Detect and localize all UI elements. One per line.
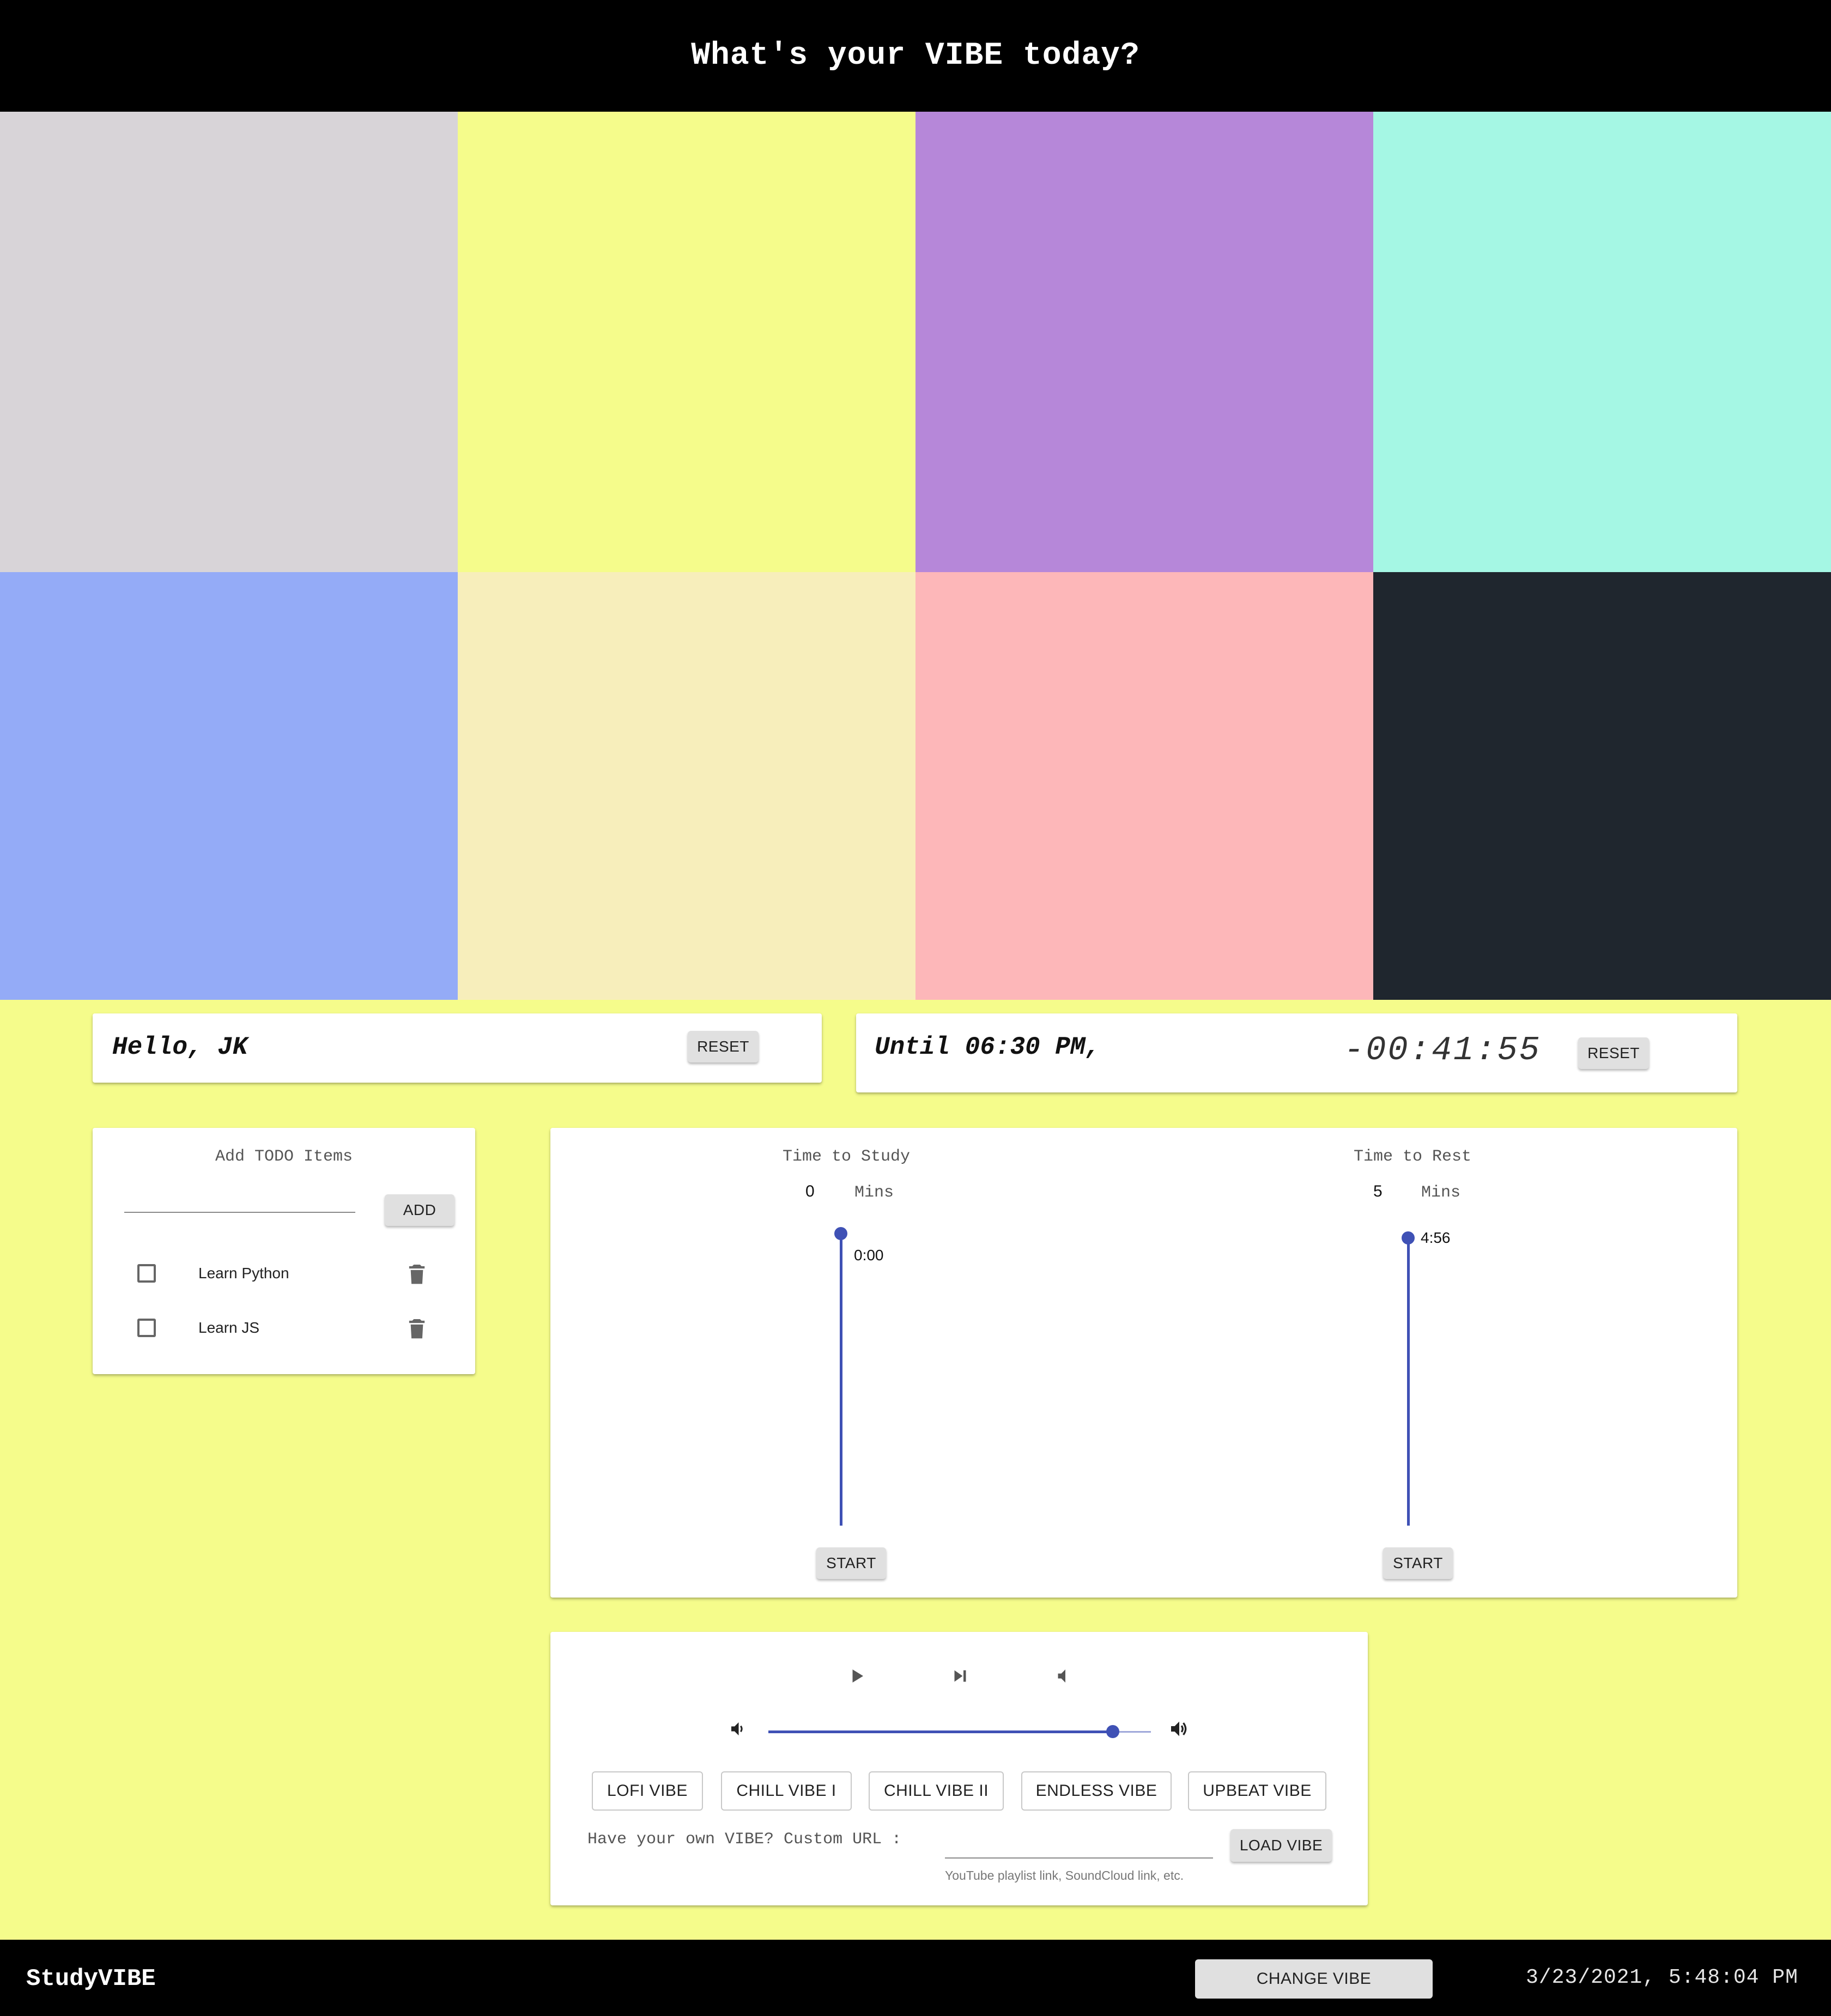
countdown-display: -00:41:55 — [1344, 1031, 1541, 1070]
rest-timer-title: Time to Rest — [1354, 1147, 1472, 1166]
study-timer-title: Time to Study — [783, 1147, 911, 1166]
custom-url-input[interactable] — [945, 1823, 1213, 1859]
todo-item-label: Learn JS — [198, 1319, 260, 1336]
vibe-swatch-4[interactable] — [1373, 112, 1831, 572]
timers-card: Time to Study 0 Mins 0:00 START Time to … — [550, 1128, 1737, 1598]
vibe-swatch-7[interactable] — [915, 572, 1373, 1000]
volume-up-icon — [1168, 1718, 1190, 1740]
page-title: What's your VIBE today? — [691, 38, 1140, 74]
volume-slider-thumb[interactable] — [1106, 1725, 1119, 1738]
skip-next-icon[interactable] — [950, 1666, 970, 1686]
vibe-swatch-5[interactable] — [0, 572, 458, 1000]
greeting-text: Hello, JK — [112, 1033, 248, 1061]
vibe-swatch-8[interactable] — [1373, 572, 1831, 1000]
rest-minutes-value[interactable]: 5 — [1373, 1182, 1383, 1201]
study-slider-thumb[interactable] — [834, 1227, 847, 1240]
top-bar: What's your VIBE today? — [0, 0, 1831, 112]
load-vibe-button[interactable]: LOAD VIBE — [1230, 1829, 1332, 1862]
study-minutes-unit: Mins — [854, 1183, 894, 1202]
todo-checkbox-2[interactable] — [137, 1319, 156, 1337]
volume-slider-fill — [768, 1730, 1113, 1733]
vibe-swatch-1[interactable] — [0, 112, 458, 572]
greeting-reset-button[interactable]: RESET — [688, 1031, 759, 1062]
todo-input[interactable] — [124, 1186, 355, 1213]
play-icon[interactable] — [847, 1666, 866, 1686]
deadline-reset-button[interactable]: RESET — [1578, 1037, 1649, 1069]
volume-mute-icon[interactable] — [1054, 1666, 1074, 1686]
todo-checkbox-1[interactable] — [137, 1264, 156, 1283]
change-vibe-button[interactable]: CHANGE VIBE — [1195, 1959, 1433, 1999]
lofi-vibe-button[interactable]: LOFI VIBE — [592, 1771, 703, 1811]
deadline-text: Until 06:30 PM, — [875, 1033, 1101, 1061]
add-todo-button[interactable]: ADD — [385, 1194, 454, 1226]
player-card: LOFI VIBE CHILL VIBE I CHILL VIBE II END… — [550, 1632, 1368, 1905]
vibe-swatch-6[interactable] — [458, 572, 915, 1000]
rest-minutes-unit: Mins — [1421, 1183, 1461, 1202]
delete-icon[interactable] — [408, 1263, 426, 1285]
rest-remaining: 4:56 — [1421, 1229, 1451, 1246]
rest-slider-track[interactable] — [1407, 1237, 1410, 1526]
todo-title: Add TODO Items — [215, 1147, 353, 1166]
rest-start-button[interactable]: START — [1383, 1547, 1453, 1579]
study-minutes-value[interactable]: 0 — [805, 1182, 815, 1201]
vibe-swatch-3[interactable] — [915, 112, 1373, 572]
brand-logo[interactable]: StudyVIBE — [26, 1965, 156, 1993]
greeting-card: Hello, JK RESET — [93, 1013, 822, 1083]
upbeat-vibe-button[interactable]: UPBEAT VIBE — [1188, 1771, 1326, 1811]
deadline-card: Until 06:30 PM, -00:41:55 RESET — [856, 1013, 1737, 1092]
chill-vibe-2-button[interactable]: CHILL VIBE II — [869, 1771, 1004, 1811]
footer-datetime: 3/23/2021, 5:48:04 PM — [1526, 1966, 1798, 1989]
delete-icon[interactable] — [408, 1317, 426, 1339]
footer-bar: StudyVIBE CHANGE VIBE 3/23/2021, 5:48:04… — [0, 1940, 1831, 2016]
todo-item-label: Learn Python — [198, 1265, 289, 1282]
rest-slider-thumb[interactable] — [1402, 1231, 1415, 1244]
volume-down-icon — [728, 1719, 748, 1739]
todo-card: Add TODO Items ADD Learn Python Learn JS — [93, 1128, 475, 1374]
endless-vibe-button[interactable]: ENDLESS VIBE — [1021, 1771, 1172, 1811]
custom-url-helper: YouTube playlist link, SoundCloud link, … — [945, 1868, 1184, 1883]
study-start-button[interactable]: START — [816, 1547, 886, 1579]
study-slider-track[interactable] — [840, 1234, 842, 1526]
vibe-swatch-2[interactable] — [458, 112, 915, 572]
custom-url-label: Have your own VIBE? Custom URL : — [587, 1830, 902, 1849]
study-remaining: 0:00 — [854, 1247, 884, 1264]
chill-vibe-1-button[interactable]: CHILL VIBE I — [721, 1771, 852, 1811]
